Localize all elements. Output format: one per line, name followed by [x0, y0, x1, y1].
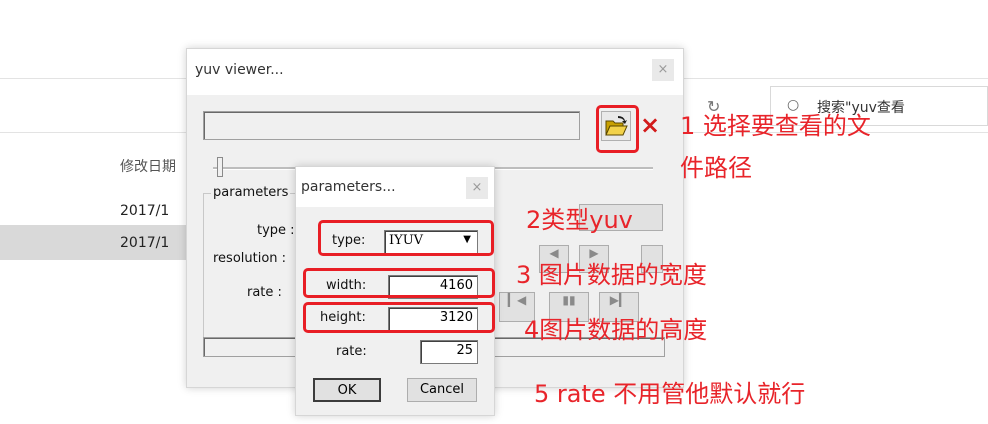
- yuv-viewer-close-button[interactable]: ×: [652, 59, 674, 81]
- file-row-date: 2017/1: [120, 235, 170, 251]
- forward-icon: ▶▎: [609, 293, 629, 307]
- annotation-1-line2: 件路径: [680, 154, 752, 182]
- pause-icon: ▮▮: [562, 293, 576, 307]
- parameters-titlebar[interactable]: parameters... ×: [296, 167, 494, 207]
- highlight-width: [303, 268, 495, 298]
- highlight-type: [318, 220, 494, 256]
- resolution-label: resolution :: [213, 251, 287, 266]
- annotation-5: 5 rate 不用管他默认就行: [534, 380, 806, 408]
- annotation-1-line1: 1 选择要查看的文: [680, 112, 871, 140]
- clear-path-button[interactable]: ×: [637, 111, 661, 139]
- file-row-date: 2017/1: [120, 203, 170, 219]
- position-slider-thumb[interactable]: [217, 157, 223, 177]
- annotation-4: 4图片数据的高度: [524, 316, 708, 344]
- annotation-2: 2类型yuv: [526, 206, 633, 234]
- type-label: type :: [257, 223, 295, 238]
- yuv-viewer-title: yuv viewer...: [195, 62, 284, 78]
- rate-input-value: 25: [456, 343, 473, 358]
- column-header-modified-date[interactable]: 修改日期: [120, 156, 176, 176]
- rate-label: rate :: [247, 285, 282, 300]
- selected-file-row[interactable]: [0, 225, 212, 260]
- yuv-viewer-titlebar[interactable]: yuv viewer... ×: [187, 49, 683, 95]
- ok-button[interactable]: OK: [313, 378, 381, 402]
- file-path-field[interactable]: [203, 111, 580, 140]
- parameters-title: parameters...: [301, 179, 396, 195]
- rate-input[interactable]: 25: [420, 340, 478, 364]
- cancel-button[interactable]: Cancel: [407, 378, 477, 402]
- close-x-icon: ×: [640, 111, 661, 139]
- rate-field-label: rate:: [336, 344, 367, 359]
- rewind-icon: ▎◀: [507, 293, 527, 307]
- annotation-3: 3 图片数据的宽度: [516, 261, 707, 289]
- highlight-open-file: [596, 105, 639, 153]
- parameters-close-button[interactable]: ×: [466, 177, 488, 199]
- parameters-group-label: parameters: [211, 185, 291, 200]
- highlight-height: [303, 302, 495, 333]
